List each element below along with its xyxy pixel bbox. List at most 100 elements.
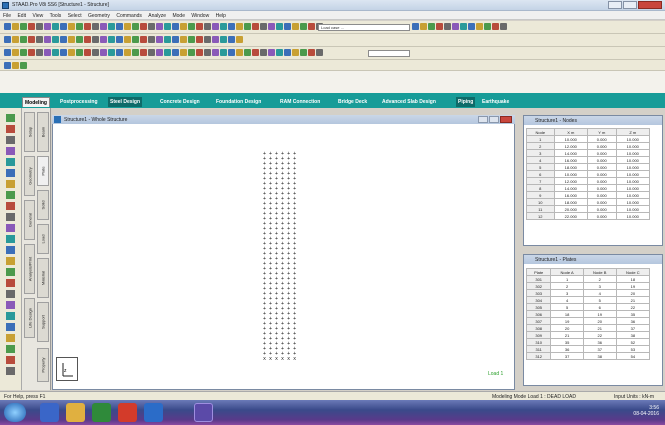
tab-foundation-design[interactable]: Foundation Design — [214, 97, 263, 107]
toolbar-button-icon[interactable] — [180, 23, 187, 30]
table-row[interactable]: 309 21 22 38 — [525, 331, 651, 339]
table-cell[interactable]: 53 — [615, 345, 651, 353]
vtab-property[interactable]: Property — [37, 348, 49, 382]
table-row[interactable]: 301 1 2 18 — [525, 275, 651, 283]
table-cell[interactable]: 10.000 — [615, 212, 651, 220]
table-cell[interactable]: 20 — [615, 289, 651, 297]
tab-bridge-deck[interactable]: Bridge Deck — [336, 97, 369, 107]
row-id-cell[interactable]: 306 — [525, 310, 552, 318]
row-id-cell[interactable]: 6 — [526, 170, 555, 178]
load-case-combo[interactable]: Load case ... — [318, 24, 410, 31]
table-row[interactable]: 8 14.000 0.000 10.000 — [526, 184, 651, 192]
toolbar-button-icon[interactable] — [76, 36, 83, 43]
side-tool-icon[interactable] — [6, 202, 15, 210]
toolbar-button-icon[interactable] — [132, 49, 139, 56]
toolbar-button-icon[interactable] — [492, 23, 499, 30]
toolbar-button-icon[interactable] — [476, 23, 483, 30]
menu-select[interactable]: Select — [65, 11, 84, 19]
column-header[interactable]: X m — [553, 128, 588, 136]
toolbar-button-icon[interactable] — [20, 36, 27, 43]
taskbar-app-media-icon[interactable] — [92, 403, 111, 422]
toolbar-button-icon[interactable] — [52, 23, 59, 30]
toolbar-button-icon[interactable] — [100, 49, 107, 56]
plates-table[interactable]: Plate Node A Node B Node C 301 1 2 18 302 2 3 19 303… — [525, 268, 651, 360]
table-cell[interactable]: 2 — [550, 282, 584, 290]
toolbar-button-icon[interactable] — [460, 23, 467, 30]
toolbar-button-icon[interactable] — [12, 62, 19, 69]
side-tool-icon[interactable] — [6, 312, 15, 320]
table-row[interactable]: 10 18.000 0.000 10.000 — [526, 198, 651, 206]
vtab-analysis-print[interactable]: Analysis/Print — [24, 244, 35, 294]
table-cell[interactable]: 3 — [550, 289, 584, 297]
toolbar-button-icon[interactable] — [60, 36, 67, 43]
side-tool-icon[interactable] — [6, 235, 15, 243]
toolbar-button-icon[interactable] — [500, 23, 507, 30]
table-row[interactable]: 307 19 20 36 — [525, 317, 651, 325]
table-cell[interactable]: 36 — [582, 338, 617, 346]
viewport-minimize-button[interactable] — [478, 116, 488, 123]
toolbar-button-icon[interactable] — [124, 36, 131, 43]
row-id-cell[interactable]: 308 — [525, 324, 552, 332]
toolbar-button-icon[interactable] — [124, 49, 131, 56]
toolbar-button-icon[interactable] — [180, 36, 187, 43]
table-cell[interactable]: 0.000 — [586, 191, 617, 199]
toolbar-button-icon[interactable] — [116, 23, 123, 30]
table-cell[interactable]: 20.000 — [553, 205, 588, 213]
menu-help[interactable]: Help — [213, 11, 228, 19]
toolbar-button-icon[interactable] — [12, 49, 19, 56]
toolbar-button-icon[interactable] — [76, 49, 83, 56]
column-header[interactable]: Y m — [586, 128, 617, 136]
table-cell[interactable]: 10.000 — [615, 163, 651, 171]
menu-geometry[interactable]: Geometry — [85, 11, 112, 19]
toolbar-button-icon[interactable] — [68, 49, 75, 56]
toolbar-icons-2[interactable] — [4, 36, 243, 44]
toolbar-button-icon[interactable] — [44, 49, 51, 56]
toolbar-button-icon[interactable] — [220, 36, 227, 43]
toolbar-button-icon[interactable] — [236, 23, 243, 30]
toolbar-button-icon[interactable] — [188, 49, 195, 56]
tab-postprocessing[interactable]: Postprocessing — [58, 97, 100, 107]
side-tool-icon[interactable] — [6, 246, 15, 254]
toolbar-button-icon[interactable] — [444, 23, 451, 30]
row-id-cell[interactable]: 10 — [526, 198, 555, 206]
toolbar-button-icon[interactable] — [308, 23, 315, 30]
side-tool-icon[interactable] — [6, 323, 15, 331]
table-cell[interactable]: 6 — [582, 303, 617, 311]
table-cell[interactable]: 36 — [615, 317, 651, 325]
table-cell[interactable]: 19 — [615, 282, 651, 290]
toolbar-button-icon[interactable] — [76, 23, 83, 30]
toolbar-button-icon[interactable] — [436, 23, 443, 30]
toolbar-button-icon[interactable] — [468, 23, 475, 30]
table-cell[interactable]: 0.000 — [586, 142, 617, 150]
toolbar-button-icon[interactable] — [84, 36, 91, 43]
menu-commands[interactable]: Commands — [113, 11, 144, 19]
table-cell[interactable]: 10.000 — [615, 135, 651, 143]
row-id-cell[interactable]: 309 — [525, 331, 552, 339]
table-row[interactable]: 5 18.000 0.000 10.000 — [526, 163, 651, 171]
toolbar-button-icon[interactable] — [28, 36, 35, 43]
table-cell[interactable]: 10.000 — [615, 156, 651, 164]
toolbar-button-icon[interactable] — [196, 49, 203, 56]
toolbar-icons-3[interactable] — [4, 49, 323, 57]
tab-modeling[interactable]: Modeling — [22, 97, 50, 107]
toolbar-button-icon[interactable] — [100, 36, 107, 43]
toolbar-button-icon[interactable] — [108, 49, 115, 56]
row-id-cell[interactable]: 7 — [526, 177, 555, 185]
table-row[interactable]: 303 3 4 20 — [525, 289, 651, 297]
toolbar-button-icon[interactable] — [188, 36, 195, 43]
table-row[interactable]: 306 18 19 35 — [525, 310, 651, 318]
toolbar-button-icon[interactable] — [196, 36, 203, 43]
toolbar-button-icon[interactable] — [36, 36, 43, 43]
table-cell[interactable]: 20 — [582, 317, 617, 325]
toolbar-button-icon[interactable] — [204, 23, 211, 30]
toolbar-button-icon[interactable] — [196, 23, 203, 30]
side-tool-icon[interactable] — [6, 191, 15, 199]
maximize-button[interactable] — [623, 1, 637, 9]
toolbar-button-icon[interactable] — [116, 49, 123, 56]
toolbar-button-icon[interactable] — [220, 23, 227, 30]
toolbar-button-icon[interactable] — [116, 36, 123, 43]
toolbar-button-icon[interactable] — [172, 49, 179, 56]
table-cell[interactable]: 10.000 — [615, 149, 651, 157]
table-cell[interactable]: 5 — [582, 296, 617, 304]
table-cell[interactable]: 22 — [582, 331, 617, 339]
